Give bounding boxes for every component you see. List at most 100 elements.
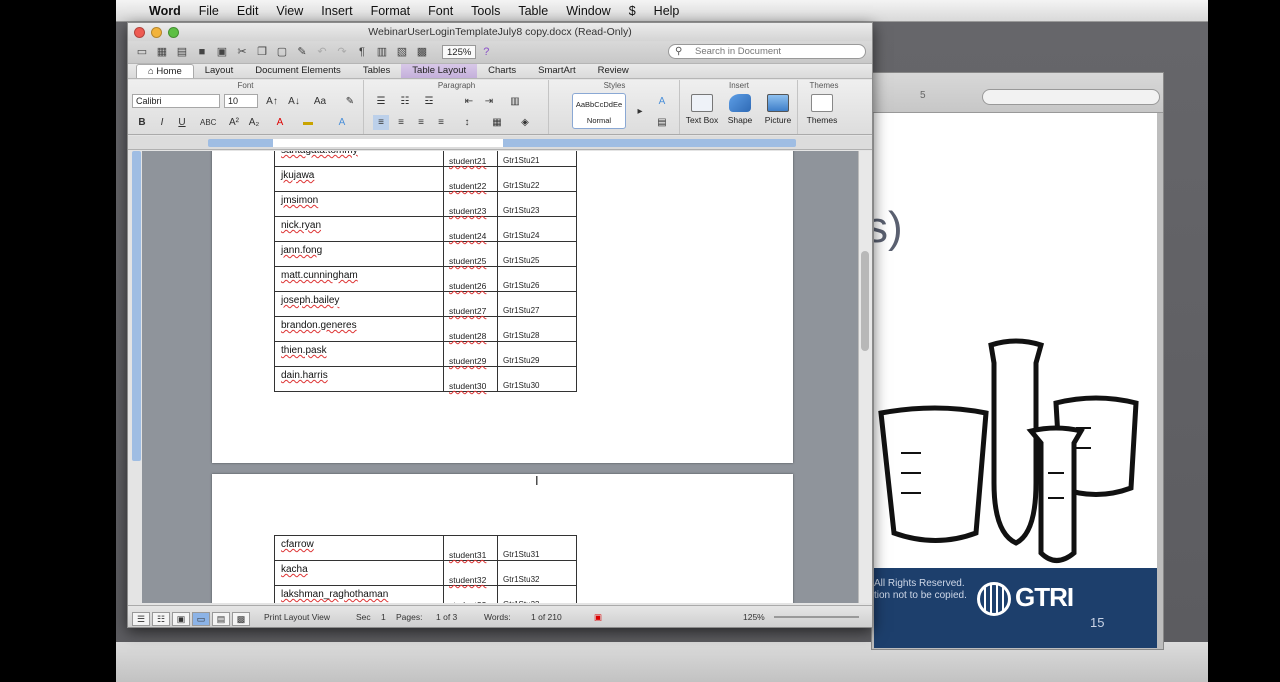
copy-icon[interactable]: ❐ xyxy=(254,45,270,59)
new-document-icon[interactable]: ▭ xyxy=(134,45,150,59)
username-cell[interactable]: matt.cunningham xyxy=(274,266,444,292)
password-cell[interactable]: Gtr1Stu27 xyxy=(497,291,577,317)
print-icon[interactable]: ▣ xyxy=(214,45,230,59)
menu-tools[interactable]: Tools xyxy=(462,4,509,18)
student-id-cell[interactable]: student30 xyxy=(443,366,498,392)
superscript-icon[interactable]: A² xyxy=(226,115,242,130)
password-cell[interactable]: Gtr1Stu26 xyxy=(497,266,577,292)
styles-next-icon[interactable]: ▸ xyxy=(632,104,648,119)
print-layout-view-icon[interactable]: ▭ xyxy=(192,612,210,626)
redo-icon[interactable]: ↷ xyxy=(334,45,350,59)
search-input[interactable]: ⚲ Search in Document xyxy=(668,44,866,59)
picture-button[interactable]: Picture xyxy=(759,94,797,125)
menu-file[interactable]: File xyxy=(190,4,228,18)
menu-insert[interactable]: Insert xyxy=(312,4,361,18)
menu-table[interactable]: Table xyxy=(509,4,557,18)
change-case-icon[interactable]: Aa xyxy=(312,94,328,109)
password-cell[interactable]: Gtr1Stu31 xyxy=(497,535,577,561)
sidebar-icon[interactable]: ▥ xyxy=(374,45,390,59)
page-2[interactable]: cfarrow student31 Gtr1Stu31 kacha student32 G… xyxy=(212,474,793,603)
zoom-select[interactable]: 125% xyxy=(442,45,477,59)
notebook-view-icon[interactable]: ▤ xyxy=(212,612,230,626)
help-icon[interactable]: ? xyxy=(478,45,494,59)
zoom-slider[interactable] xyxy=(774,616,859,618)
clear-formatting-icon[interactable]: ✎ xyxy=(342,94,358,109)
student-id-cell[interactable]: student29 xyxy=(443,341,498,367)
student-id-cell[interactable]: student21 xyxy=(443,151,498,167)
menu-script[interactable]: $ xyxy=(620,4,645,18)
font-name-select[interactable]: Calibri xyxy=(132,94,220,108)
password-cell[interactable]: Gtr1Stu25 xyxy=(497,241,577,267)
username-cell[interactable]: kacha xyxy=(274,560,444,586)
shading-icon[interactable]: ◈ xyxy=(517,115,533,130)
username-cell[interactable]: jmsimon xyxy=(274,191,444,217)
student-id-cell[interactable]: student23 xyxy=(443,191,498,217)
username-cell[interactable]: jann.fong xyxy=(274,241,444,267)
focus-view-icon[interactable]: ▩ xyxy=(232,612,250,626)
font-size-select[interactable]: 10 xyxy=(224,94,258,108)
password-cell[interactable]: Gtr1Stu28 xyxy=(497,316,577,342)
styles-pane-icon[interactable]: ▤ xyxy=(654,115,670,130)
tab-table-layout[interactable]: Table Layout xyxy=(401,64,478,78)
username-cell[interactable]: santagata.tommy xyxy=(274,151,444,167)
shape-button[interactable]: Shape xyxy=(721,94,759,125)
username-cell[interactable]: nick.ryan xyxy=(274,216,444,242)
student-id-cell[interactable]: student24 xyxy=(443,216,498,242)
student-id-cell[interactable]: student33 xyxy=(443,585,498,603)
undo-icon[interactable]: ↶ xyxy=(314,45,330,59)
tab-home[interactable]: ⌂ Home xyxy=(136,64,194,78)
password-cell[interactable]: Gtr1Stu21 xyxy=(497,151,577,167)
password-cell[interactable]: Gtr1Stu22 xyxy=(497,166,577,192)
page-1[interactable]: santagata.tommystudent21Gtr1Stu21 jkujawa… xyxy=(212,151,793,463)
bold-icon[interactable]: B xyxy=(134,115,150,130)
shrink-font-icon[interactable]: A↓ xyxy=(286,94,302,109)
borders-icon[interactable]: ▦ xyxy=(489,115,505,130)
justify-icon[interactable]: ≡ xyxy=(433,115,449,130)
themes-button[interactable]: Themes xyxy=(803,94,841,125)
student-id-cell[interactable]: student32 xyxy=(443,560,498,586)
tab-review[interactable]: Review xyxy=(587,64,640,78)
templates-icon[interactable]: ▦ xyxy=(154,45,170,59)
password-cell[interactable]: Gtr1Stu33 xyxy=(497,585,577,603)
highlight-icon[interactable]: ▬ xyxy=(300,115,316,130)
grow-font-icon[interactable]: A↑ xyxy=(264,94,280,109)
menu-font[interactable]: Font xyxy=(419,4,462,18)
cut-icon[interactable]: ✂ xyxy=(234,45,250,59)
ppt-search-input[interactable] xyxy=(982,89,1160,105)
decrease-indent-icon[interactable]: ⇤ xyxy=(461,94,477,109)
username-cell[interactable]: dain.harris xyxy=(274,366,444,392)
menu-help[interactable]: Help xyxy=(645,4,689,18)
student-id-cell[interactable]: student31 xyxy=(443,535,498,561)
open-icon[interactable]: ▤ xyxy=(174,45,190,59)
increase-indent-icon[interactable]: ⇥ xyxy=(481,94,497,109)
tab-tables[interactable]: Tables xyxy=(352,64,401,78)
numbering-icon[interactable]: ☷ xyxy=(397,94,413,109)
style-text-effects-icon[interactable]: A xyxy=(654,94,670,109)
tab-document-elements[interactable]: Document Elements xyxy=(244,64,352,78)
show-formatting-icon[interactable]: ¶ xyxy=(354,45,370,59)
format-painter-icon[interactable]: ✎ xyxy=(294,45,310,59)
tab-layout[interactable]: Layout xyxy=(194,64,245,78)
text-box-button[interactable]: Text Box xyxy=(683,94,721,125)
underline-icon[interactable]: U xyxy=(174,115,190,130)
font-color-icon[interactable]: A xyxy=(272,115,288,130)
password-cell[interactable]: Gtr1Stu23 xyxy=(497,191,577,217)
username-cell[interactable]: cfarrow xyxy=(274,535,444,561)
title-bar[interactable]: WebinarUserLoginTemplateJuly8 copy.docx … xyxy=(128,23,872,41)
menu-word[interactable]: Word xyxy=(140,4,190,18)
menu-edit[interactable]: Edit xyxy=(228,4,268,18)
student-id-cell[interactable]: student26 xyxy=(443,266,498,292)
menu-window[interactable]: Window xyxy=(557,4,619,18)
align-left-icon[interactable]: ≡ xyxy=(373,115,389,130)
outline-view-icon[interactable]: ☷ xyxy=(152,612,170,626)
student-id-cell[interactable]: student27 xyxy=(443,291,498,317)
text-effects-icon[interactable]: A xyxy=(334,115,350,130)
username-cell[interactable]: jkujawa xyxy=(274,166,444,192)
student-id-cell[interactable]: student25 xyxy=(443,241,498,267)
username-cell[interactable]: lakshman_raghothaman xyxy=(274,585,444,603)
password-cell[interactable]: Gtr1Stu29 xyxy=(497,341,577,367)
strikethrough-icon[interactable]: ABC xyxy=(200,115,216,130)
bullets-icon[interactable]: ☰ xyxy=(373,94,389,109)
align-right-icon[interactable]: ≡ xyxy=(413,115,429,130)
vertical-ruler[interactable] xyxy=(132,151,141,461)
